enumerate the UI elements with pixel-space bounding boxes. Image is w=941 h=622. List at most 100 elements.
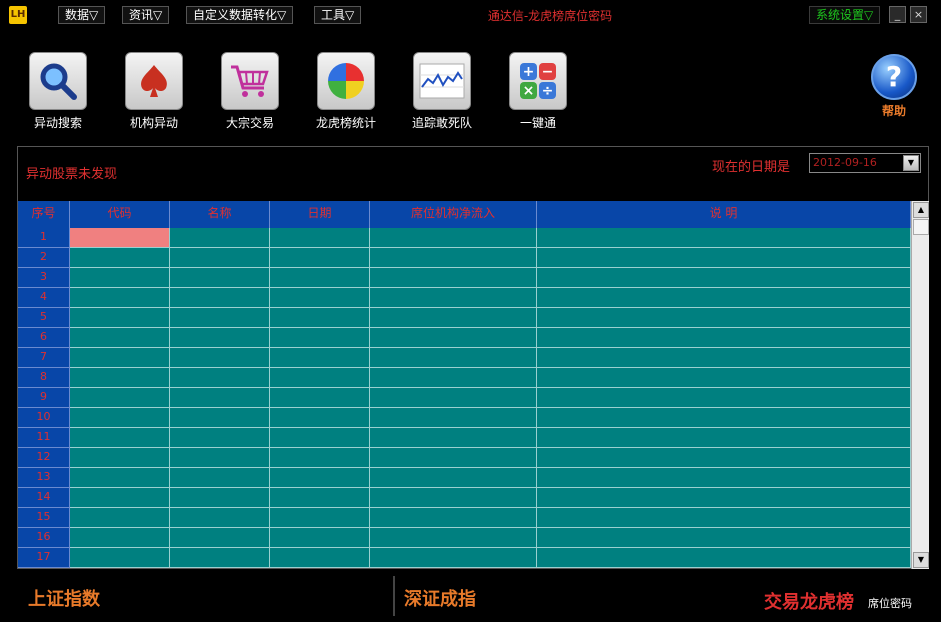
table-cell[interactable] <box>270 528 370 548</box>
table-cell[interactable] <box>537 428 911 448</box>
table-cell[interactable] <box>170 408 270 428</box>
table-row[interactable]: 16 <box>18 528 911 548</box>
table-row[interactable]: 11 <box>18 428 911 448</box>
table-cell[interactable] <box>537 548 911 568</box>
table-cell[interactable] <box>370 388 537 408</box>
table-cell[interactable] <box>537 248 911 268</box>
table-cell[interactable] <box>370 328 537 348</box>
table-cell[interactable] <box>537 288 911 308</box>
system-settings-button[interactable]: 系统设置▽ <box>809 6 881 24</box>
chevron-down-icon[interactable]: ▼ <box>903 155 919 171</box>
table-cell[interactable] <box>537 408 911 428</box>
table-row[interactable]: 10 <box>18 408 911 428</box>
table-cell[interactable] <box>537 348 911 368</box>
table-cell[interactable] <box>170 368 270 388</box>
table-cell[interactable] <box>370 248 537 268</box>
table-row[interactable]: 12 <box>18 448 911 468</box>
table-cell[interactable] <box>170 308 270 328</box>
table-row[interactable]: 17 <box>18 548 911 568</box>
table-cell[interactable] <box>370 488 537 508</box>
table-cell[interactable] <box>370 468 537 488</box>
table-row[interactable]: 5 <box>18 308 911 328</box>
table-cell[interactable] <box>270 348 370 368</box>
table-cell[interactable] <box>70 328 170 348</box>
table-cell[interactable] <box>537 368 911 388</box>
date-picker[interactable]: 2012-09-16 ▼ <box>809 153 921 173</box>
shenzhen-index-label[interactable]: 深证成指 <box>404 585 476 611</box>
table-cell[interactable] <box>270 268 370 288</box>
table-cell[interactable] <box>370 308 537 328</box>
tool-institution-anomaly[interactable]: 机构异动 <box>106 52 202 131</box>
table-cell[interactable] <box>270 448 370 468</box>
tool-one-click[interactable]: + − × ÷ 一键通 <box>490 52 586 131</box>
table-cell[interactable] <box>370 268 537 288</box>
table-cell[interactable] <box>370 448 537 468</box>
table-cell[interactable] <box>70 508 170 528</box>
table-row[interactable]: 9 <box>18 388 911 408</box>
column-header-net-inflow[interactable]: 席位机构净流入 <box>370 201 537 228</box>
column-header-date[interactable]: 日期 <box>270 201 370 228</box>
table-cell[interactable] <box>70 248 170 268</box>
table-cell[interactable] <box>70 288 170 308</box>
column-header-index[interactable]: 序号 <box>18 201 70 228</box>
table-cell[interactable] <box>170 268 270 288</box>
table-row[interactable]: 7 <box>18 348 911 368</box>
tool-track-dare-squad[interactable]: 追踪敢死队 <box>394 52 490 131</box>
menu-data[interactable]: 数据▽ <box>58 6 106 24</box>
table-cell[interactable] <box>270 468 370 488</box>
table-cell[interactable] <box>537 468 911 488</box>
table-row[interactable]: 2 <box>18 248 911 268</box>
table-cell[interactable] <box>170 468 270 488</box>
table-cell[interactable] <box>370 508 537 528</box>
tool-dragon-tiger-stats[interactable]: 龙虎榜统计 <box>298 52 394 131</box>
table-row[interactable]: 4 <box>18 288 911 308</box>
table-cell[interactable] <box>170 228 270 248</box>
table-cell[interactable] <box>537 488 911 508</box>
table-row[interactable]: 14 <box>18 488 911 508</box>
table-cell[interactable] <box>270 248 370 268</box>
help-button[interactable]: ? 帮助 <box>866 54 922 119</box>
table-cell[interactable] <box>70 408 170 428</box>
table-cell[interactable] <box>537 448 911 468</box>
table-cell[interactable] <box>170 548 270 568</box>
table-cell[interactable] <box>70 308 170 328</box>
table-cell[interactable] <box>170 448 270 468</box>
table-cell[interactable] <box>537 328 911 348</box>
table-cell[interactable] <box>270 328 370 348</box>
table-cell[interactable] <box>270 368 370 388</box>
table-cell[interactable] <box>270 408 370 428</box>
table-cell[interactable] <box>370 428 537 448</box>
table-cell[interactable] <box>537 508 911 528</box>
table-cell[interactable] <box>170 388 270 408</box>
table-cell[interactable] <box>170 348 270 368</box>
table-cell[interactable] <box>370 548 537 568</box>
table-cell[interactable] <box>70 388 170 408</box>
table-cell[interactable] <box>70 228 170 248</box>
table-cell[interactable] <box>537 268 911 288</box>
table-cell[interactable] <box>170 428 270 448</box>
table-cell[interactable] <box>70 448 170 468</box>
table-cell[interactable] <box>537 308 911 328</box>
table-cell[interactable] <box>70 428 170 448</box>
column-header-code[interactable]: 代码 <box>70 201 170 228</box>
table-row[interactable]: 15 <box>18 508 911 528</box>
tool-block-trade[interactable]: 大宗交易 <box>202 52 298 131</box>
table-row[interactable]: 6 <box>18 328 911 348</box>
table-row[interactable]: 13 <box>18 468 911 488</box>
table-cell[interactable] <box>270 308 370 328</box>
table-cell[interactable] <box>70 528 170 548</box>
table-cell[interactable] <box>70 348 170 368</box>
table-cell[interactable] <box>370 348 537 368</box>
table-cell[interactable] <box>70 488 170 508</box>
table-row[interactable]: 1 <box>18 228 911 248</box>
table-cell[interactable] <box>270 488 370 508</box>
table-cell[interactable] <box>70 268 170 288</box>
table-cell[interactable] <box>370 408 537 428</box>
table-cell[interactable] <box>170 248 270 268</box>
scroll-up-icon[interactable]: ▲ <box>913 202 929 218</box>
table-cell[interactable] <box>70 468 170 488</box>
table-cell[interactable] <box>270 288 370 308</box>
table-cell[interactable] <box>170 288 270 308</box>
table-cell[interactable] <box>370 228 537 248</box>
menu-custom-data[interactable]: 自定义数据转化▽ <box>186 6 294 24</box>
